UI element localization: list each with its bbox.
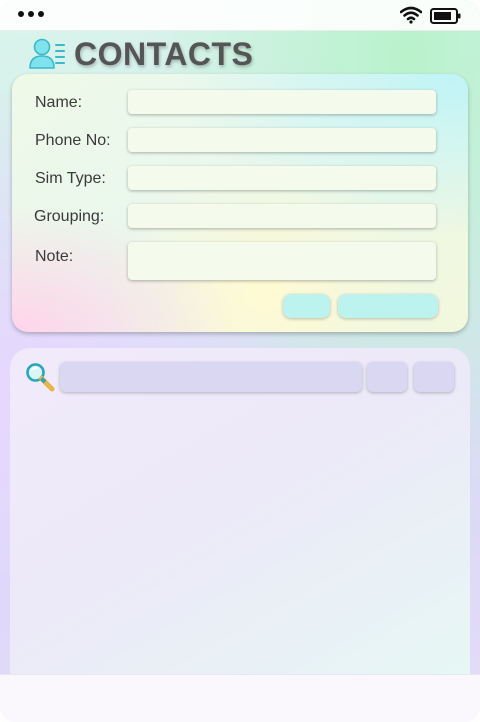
phone-field[interactable] — [128, 128, 436, 152]
battery-icon — [430, 8, 461, 24]
search-action-button-1[interactable] — [367, 362, 407, 392]
wifi-icon — [400, 6, 422, 24]
search-input[interactable] — [60, 362, 362, 392]
page-header: CONTACTS — [28, 34, 253, 74]
status-bar — [0, 0, 480, 31]
phone-screen: CONTACTS Name: Phone No: Sim Type: Group… — [0, 0, 480, 722]
search-action-button-2[interactable] — [414, 362, 454, 392]
sim-type-field[interactable] — [128, 166, 436, 190]
form-small-button[interactable] — [283, 294, 330, 318]
contact-form: Name: Phone No: Sim Type: Grouping: Note… — [12, 74, 468, 332]
sim-type-label: Sim Type: — [35, 170, 106, 187]
contact-list-icon — [29, 38, 65, 69]
grouping-label: Grouping: — [34, 208, 105, 225]
more-dots-icon[interactable] — [18, 11, 44, 17]
phone-label: Phone No: — [35, 132, 111, 149]
contacts-list-panel — [10, 348, 470, 688]
grouping-field[interactable] — [128, 204, 436, 228]
form-wide-button[interactable] — [338, 294, 438, 318]
name-label: Name: — [35, 94, 83, 111]
note-field[interactable] — [128, 242, 436, 280]
magnifier-icon[interactable] — [24, 361, 56, 393]
note-label: Note: — [35, 248, 74, 265]
page-title: CONTACTS — [74, 35, 254, 72]
name-field[interactable] — [128, 90, 436, 114]
bottom-bar — [0, 674, 480, 722]
